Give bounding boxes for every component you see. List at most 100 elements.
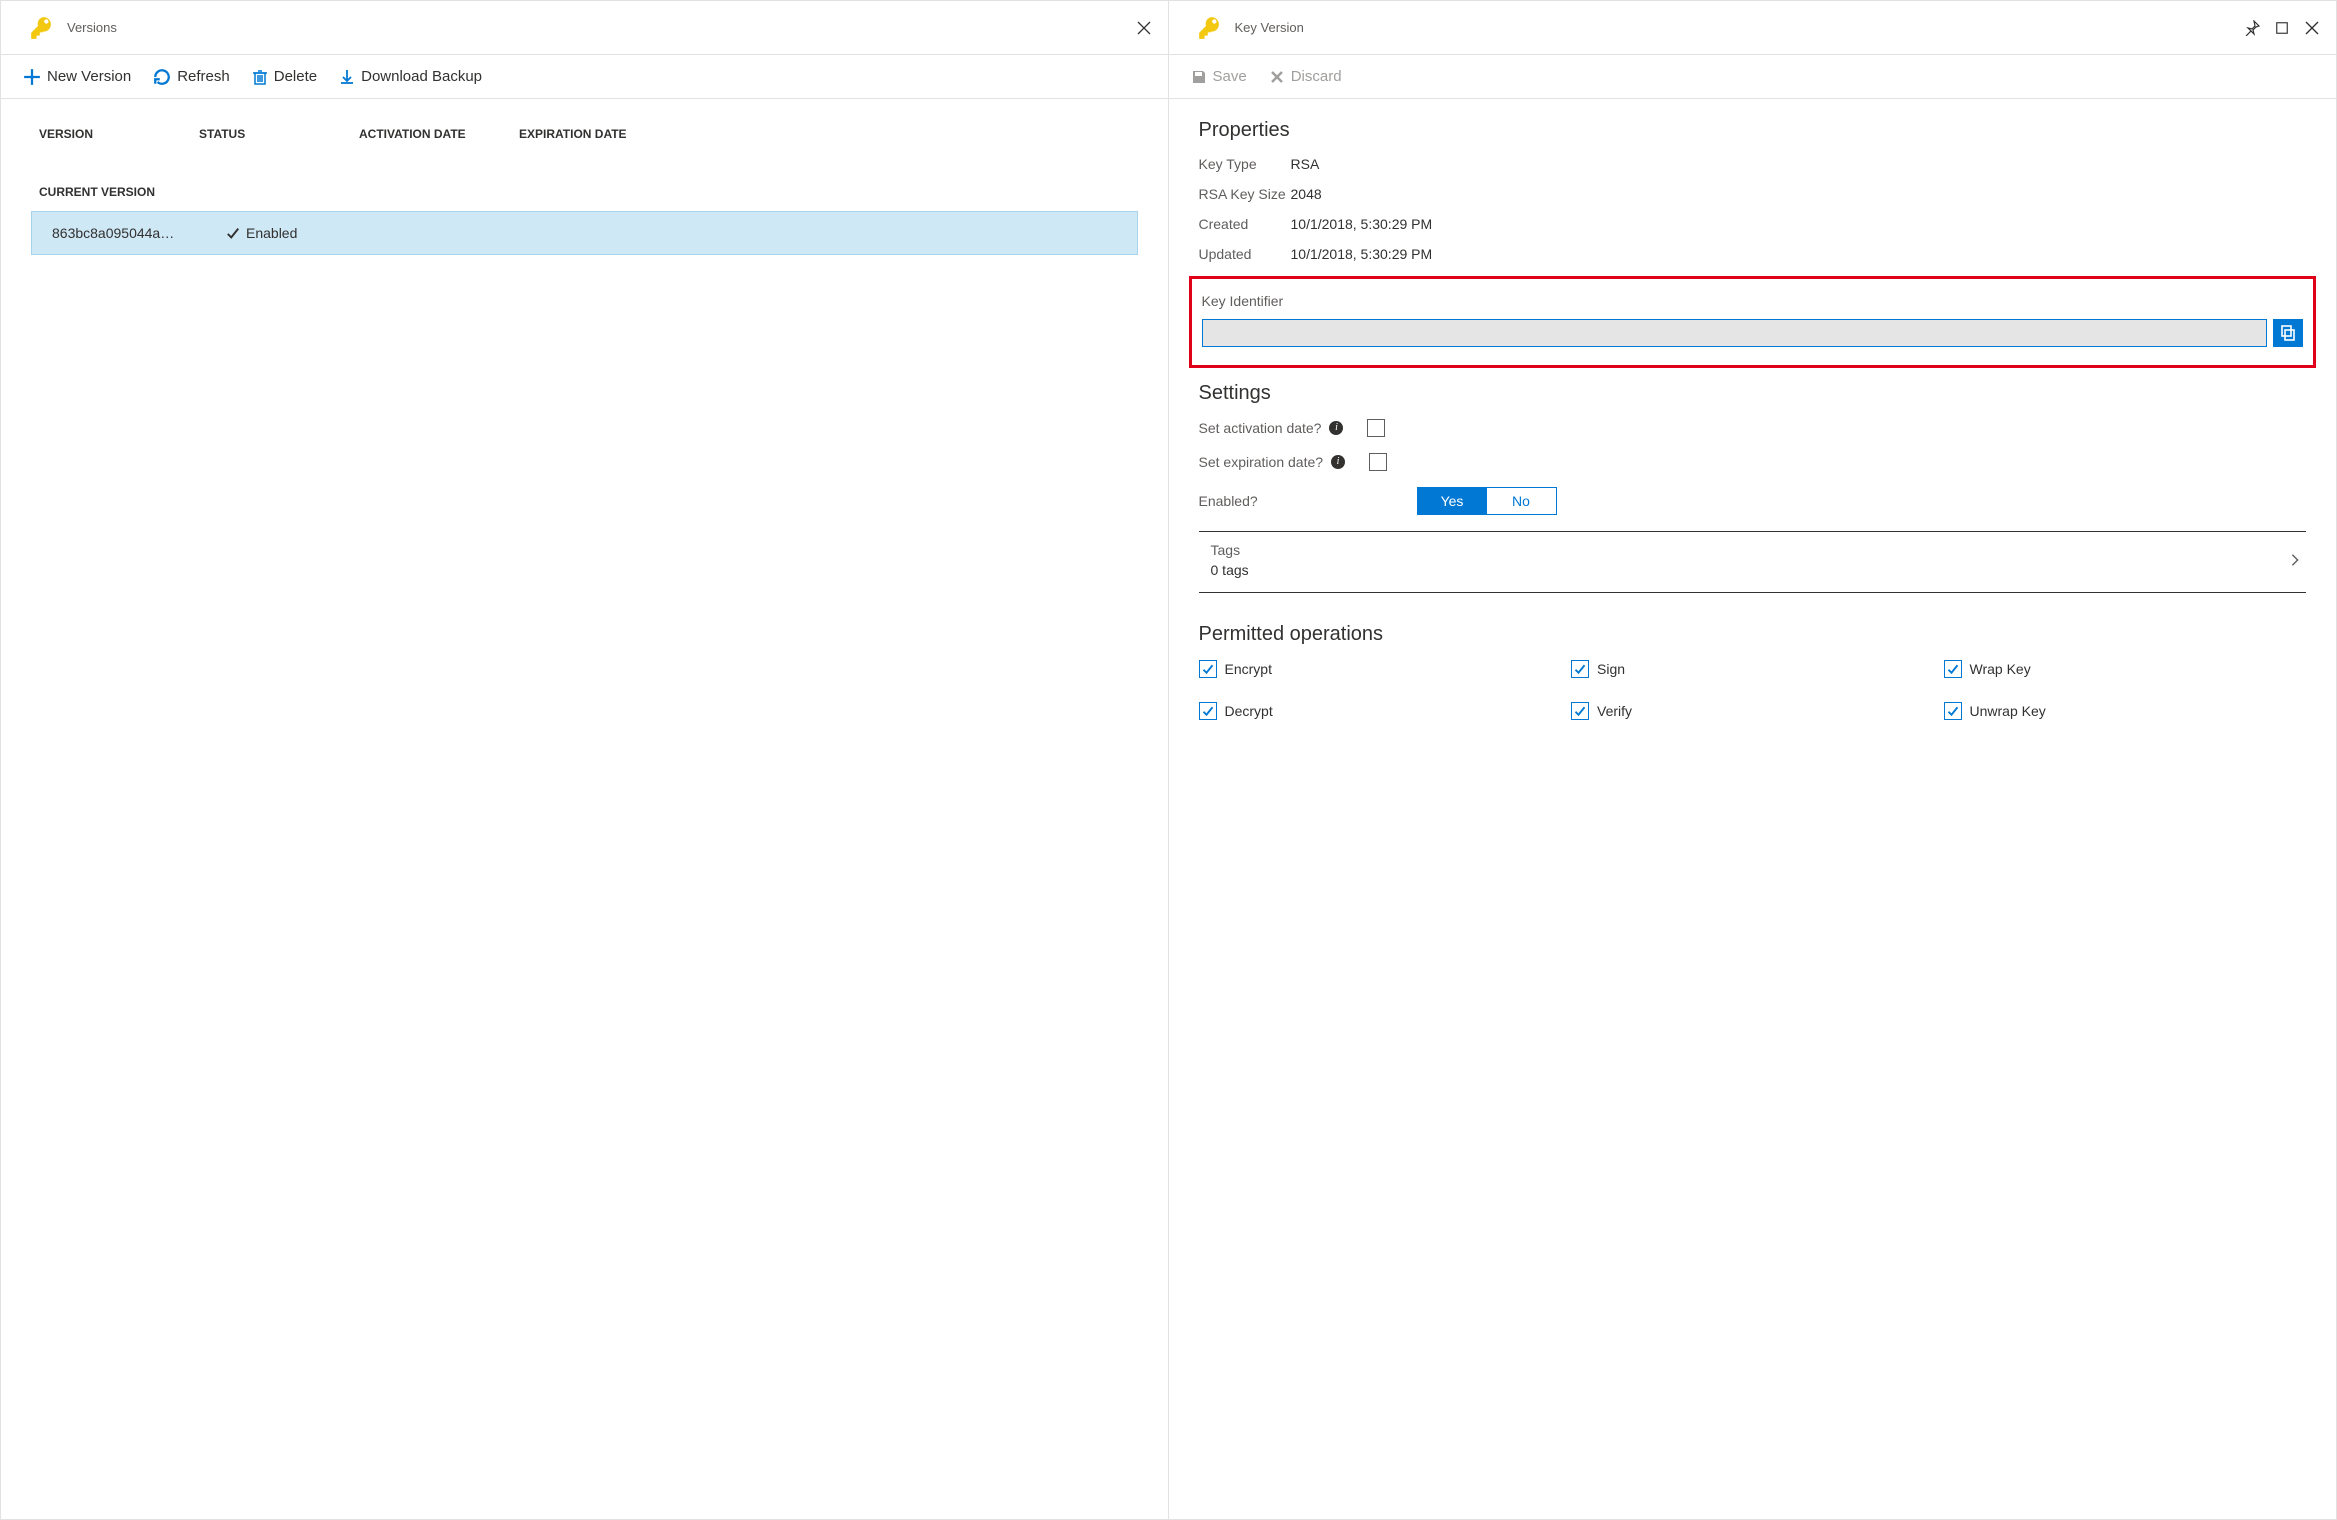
maximize-icon[interactable]: [2274, 20, 2290, 36]
version-status: Enabled: [226, 225, 297, 241]
versions-column-headers: VERSION STATUS ACTIVATION DATE EXPIRATIO…: [31, 119, 1138, 149]
plus-icon: [23, 68, 41, 86]
op-label: Encrypt: [1225, 661, 1272, 677]
op-label: Verify: [1597, 703, 1632, 719]
discard-icon: [1269, 69, 1285, 85]
created-label: Created: [1199, 216, 1291, 232]
delete-button[interactable]: Delete: [252, 68, 317, 85]
key-icon: [29, 15, 55, 41]
chevron-right-icon: [2288, 553, 2302, 567]
save-label: Save: [1213, 68, 1247, 85]
save-icon: [1191, 69, 1207, 85]
op-wrap-key: Wrap Key: [1944, 660, 2307, 678]
key-type-label: Key Type: [1199, 156, 1291, 172]
prop-updated: Updated 10/1/2018, 5:30:29 PM: [1199, 246, 2307, 262]
op-decrypt: Decrypt: [1199, 702, 1562, 720]
op-decrypt-checkbox[interactable]: [1199, 702, 1217, 720]
key-version-header: Key Version: [1169, 1, 2337, 55]
permitted-operations-grid: Encrypt Sign Wrap Key Decrypt Verify: [1199, 660, 2307, 720]
op-unwrap-key: Unwrap Key: [1944, 702, 2307, 720]
prop-created: Created 10/1/2018, 5:30:29 PM: [1199, 216, 2307, 232]
key-version-blade: Key Version Save: [1169, 1, 2337, 1519]
download-icon: [339, 69, 355, 85]
col-status: STATUS: [199, 127, 359, 141]
new-version-button[interactable]: New Version: [23, 68, 131, 86]
prop-key-type: Key Type RSA: [1199, 156, 2307, 172]
key-version-content: Properties Key Type RSA RSA Key Size 204…: [1169, 99, 2337, 740]
version-id: 863bc8a095044a…: [52, 225, 212, 241]
refresh-button[interactable]: Refresh: [153, 68, 230, 86]
activation-date-row: Set activation date? i: [1199, 419, 2307, 437]
copy-icon: [2280, 325, 2296, 341]
trash-icon: [252, 69, 268, 85]
refresh-icon: [153, 68, 171, 86]
activation-checkbox[interactable]: [1367, 419, 1385, 437]
op-unwrap-key-checkbox[interactable]: [1944, 702, 1962, 720]
op-verify-checkbox[interactable]: [1571, 702, 1589, 720]
close-icon[interactable]: [1136, 20, 1152, 36]
op-label: Decrypt: [1225, 703, 1273, 719]
op-sign-checkbox[interactable]: [1571, 660, 1589, 678]
rsa-size-value: 2048: [1291, 186, 1322, 202]
pin-icon[interactable]: [2244, 20, 2260, 36]
settings-heading: Settings: [1199, 382, 2307, 405]
tags-count: 0 tags: [1211, 562, 1249, 578]
op-label: Unwrap Key: [1970, 703, 2046, 719]
op-encrypt: Encrypt: [1199, 660, 1562, 678]
op-label: Wrap Key: [1970, 661, 2031, 677]
prop-rsa-size: RSA Key Size 2048: [1199, 186, 2307, 202]
tags-row[interactable]: Tags 0 tags: [1199, 531, 2307, 593]
new-version-label: New Version: [47, 68, 131, 85]
key-identifier-input[interactable]: [1202, 319, 2268, 347]
permitted-heading: Permitted operations: [1199, 623, 2307, 646]
toggle-no[interactable]: No: [1487, 488, 1556, 514]
col-expiration: EXPIRATION DATE: [519, 127, 679, 141]
col-activation: ACTIVATION DATE: [359, 127, 519, 141]
versions-content: VERSION STATUS ACTIVATION DATE EXPIRATIO…: [1, 99, 1168, 275]
key-icon: [1197, 15, 1223, 41]
key-type-value: RSA: [1291, 156, 1320, 172]
version-row[interactable]: 863bc8a095044a… Enabled: [31, 211, 1138, 255]
op-encrypt-checkbox[interactable]: [1199, 660, 1217, 678]
versions-title: Versions: [67, 20, 117, 35]
updated-value: 10/1/2018, 5:30:29 PM: [1291, 246, 1433, 262]
op-verify: Verify: [1571, 702, 1934, 720]
created-value: 10/1/2018, 5:30:29 PM: [1291, 216, 1433, 232]
close-icon[interactable]: [2304, 20, 2320, 36]
key-version-title: Key Version: [1235, 20, 1304, 35]
save-button[interactable]: Save: [1191, 68, 1247, 85]
delete-label: Delete: [274, 68, 317, 85]
properties-heading: Properties: [1199, 119, 2307, 142]
tags-label: Tags: [1211, 542, 1249, 558]
enabled-row: Enabled? Yes No: [1199, 487, 2307, 515]
discard-label: Discard: [1291, 68, 1342, 85]
check-icon: [226, 226, 240, 240]
op-wrap-key-checkbox[interactable]: [1944, 660, 1962, 678]
enabled-label: Enabled?: [1199, 493, 1349, 509]
info-icon[interactable]: i: [1329, 421, 1343, 435]
current-version-label: CURRENT VERSION: [31, 185, 1138, 199]
op-sign: Sign: [1571, 660, 1934, 678]
col-version: VERSION: [39, 127, 199, 141]
updated-label: Updated: [1199, 246, 1291, 262]
activation-label: Set activation date?: [1199, 420, 1322, 436]
toggle-yes[interactable]: Yes: [1418, 488, 1487, 514]
key-identifier-label: Key Identifier: [1202, 293, 2304, 309]
key-identifier-highlight: Key Identifier: [1189, 276, 2317, 368]
expiration-checkbox[interactable]: [1369, 453, 1387, 471]
versions-toolbar: New Version Refresh Delete Download Back…: [1, 55, 1168, 99]
discard-button[interactable]: Discard: [1269, 68, 1342, 85]
expiration-label: Set expiration date?: [1199, 454, 1324, 470]
key-version-toolbar: Save Discard: [1169, 55, 2337, 99]
download-backup-button[interactable]: Download Backup: [339, 68, 482, 85]
refresh-label: Refresh: [177, 68, 230, 85]
status-label: Enabled: [246, 225, 297, 241]
download-backup-label: Download Backup: [361, 68, 482, 85]
versions-blade: Versions New Version Refresh: [1, 1, 1169, 1519]
enabled-toggle[interactable]: Yes No: [1417, 487, 1557, 515]
info-icon[interactable]: i: [1331, 455, 1345, 469]
versions-header: Versions: [1, 1, 1168, 55]
rsa-size-label: RSA Key Size: [1199, 186, 1291, 202]
expiration-date-row: Set expiration date? i: [1199, 453, 2307, 471]
copy-button[interactable]: [2273, 319, 2303, 347]
